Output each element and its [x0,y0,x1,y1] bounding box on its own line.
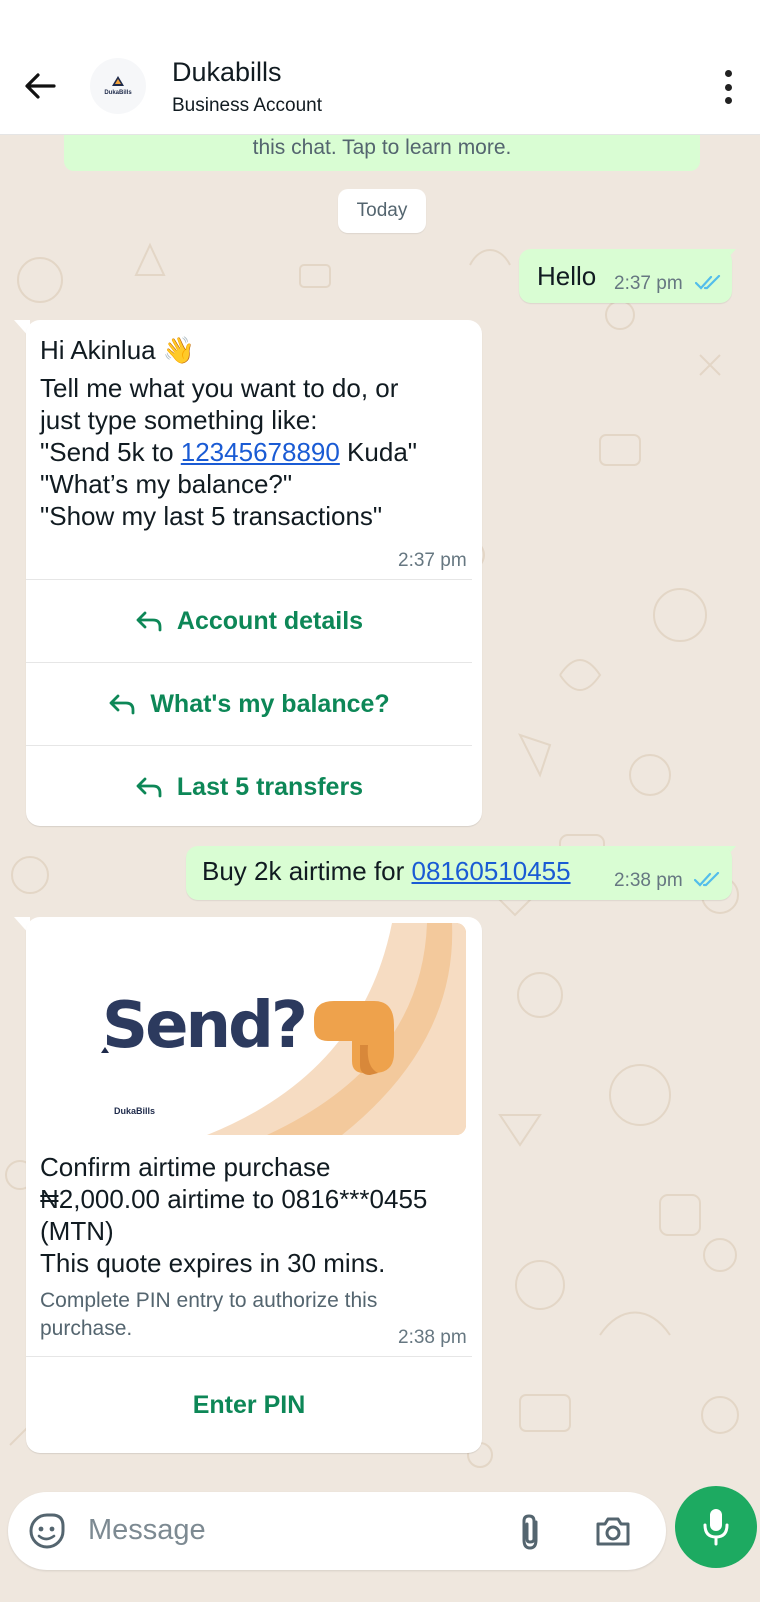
reply-icon [136,611,162,632]
chat-header: DukaBills Dukabills Business Account [0,0,760,135]
more-options-button[interactable] [718,70,738,104]
camera-icon[interactable] [594,1514,632,1548]
chat-area[interactable]: this chat. Tap to learn more. Today Hell… [0,135,760,1480]
avatar-label: DukaBills [104,90,132,96]
quick-reply-balance[interactable]: What's my balance? [26,662,472,745]
double-check-icon [694,872,720,887]
mic-icon [703,1509,729,1546]
message-line: "Show my last 5 transactions" [40,501,383,531]
promo-brand: DukaBills [114,1106,156,1116]
message-line: Confirm airtime purchase [40,1152,331,1182]
message-time: 2:38 pm [398,1327,467,1348]
voice-message-button[interactable] [675,1486,757,1568]
message-line: Hi Akinlua 👋 [40,335,196,365]
back-button[interactable] [20,66,60,106]
more-vert-icon [724,70,732,77]
message-line: ₦2,000.00 airtime to 0816***0455 [40,1184,428,1214]
quick-reply-label: Last 5 transfers [176,772,364,801]
quick-reply-last-transfers[interactable]: Last 5 transfers [26,745,472,828]
avatar[interactable]: DukaBills [90,58,146,114]
outgoing-message[interactable]: Hello 2:37 pm [519,249,732,303]
incoming-message[interactable]: Send? DukaBills Confirm airtime purchase… [26,917,482,1453]
attach-icon[interactable] [516,1512,544,1552]
message-line: Tell me what you want to do, or [40,373,399,403]
quick-reply-label: Account details [176,606,364,635]
outgoing-message[interactable]: Buy 2k airtime for 08160510455 2:38 pm [186,846,732,900]
back-arrow-icon [25,73,56,99]
message-line: just type something like: [40,405,318,435]
message-footer-line: purchase. [40,1317,133,1340]
message-time: 2:38 pm [614,870,683,891]
promo-headline: Send? [102,989,308,1063]
reply-icon [109,694,135,715]
double-check-icon [695,275,721,290]
enter-pin-button[interactable]: Enter PIN [26,1356,472,1453]
message-text: Buy 2k airtime for 08160510455 [202,856,571,886]
phone-number-link[interactable]: 08160510455 [412,856,571,886]
encryption-notice[interactable]: this chat. Tap to learn more. [64,135,700,171]
composer-bar: Message [0,1480,760,1602]
message-line: (MTN) [40,1216,114,1246]
message-line: This quote expires in 30 mins. [40,1248,386,1278]
dukabills-logo-icon [112,76,124,86]
message-line: "Send 5k to 12345678890 Kuda" [40,437,418,467]
message-footer-line: Complete PIN entry to authorize this [40,1289,378,1312]
message-time: 2:37 pm [614,273,683,294]
contact-subtitle: Business Account [172,95,322,116]
message-line: "What’s my balance?" [40,469,293,499]
message-input[interactable]: Message [8,1492,666,1570]
quick-reply-account-details[interactable]: Account details [26,579,472,662]
enter-pin-label: Enter PIN [192,1390,306,1419]
date-divider: Today [338,189,426,233]
sticker-icon[interactable] [28,1512,66,1550]
message-text: Hello [537,261,597,291]
account-number-link[interactable]: 12345678890 [181,437,340,467]
promo-image[interactable]: Send? DukaBills [32,923,466,1135]
reply-icon [136,777,162,798]
message-time: 2:37 pm [398,550,467,571]
message-placeholder: Message [88,1514,206,1546]
encryption-notice-text: this chat. Tap to learn more. [252,136,512,159]
incoming-message[interactable]: Hi Akinlua 👋 Tell me what you want to do… [26,320,482,826]
quick-reply-label: What's my balance? [150,689,390,718]
contact-name[interactable]: Dukabills [172,57,282,88]
